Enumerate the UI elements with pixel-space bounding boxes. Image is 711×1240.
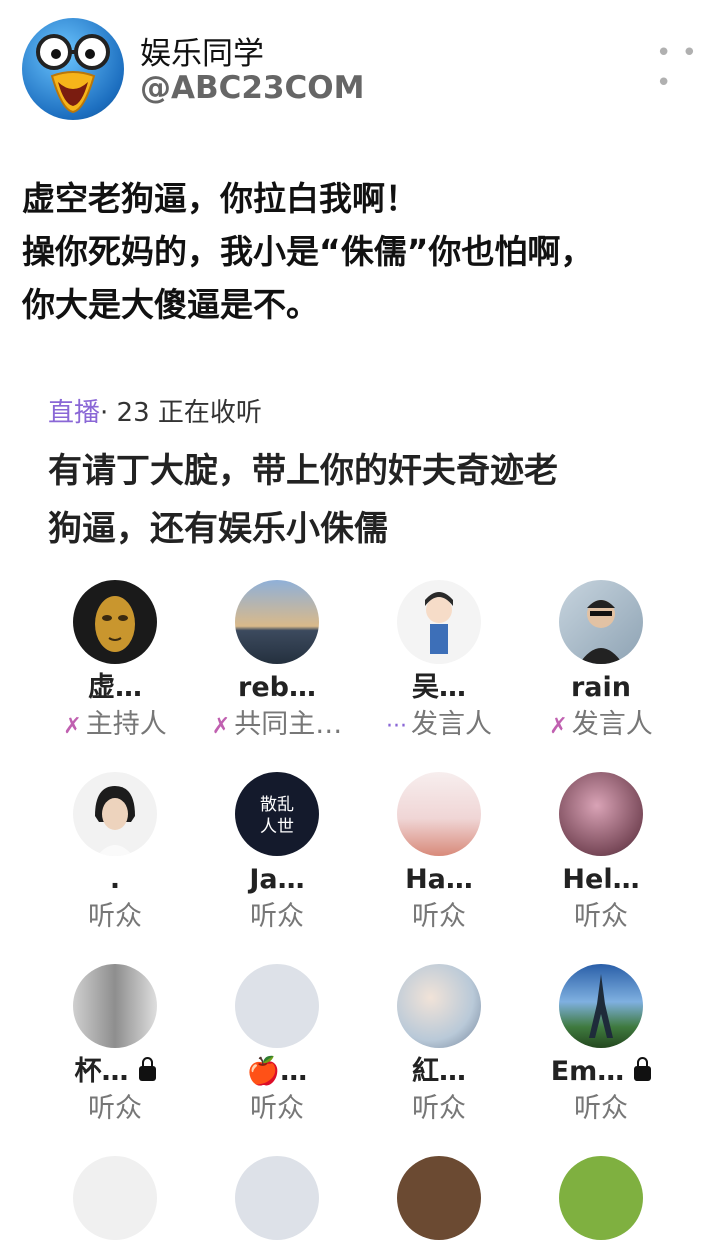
avatar [559, 1156, 643, 1240]
participant-name: Ja… [249, 864, 305, 895]
participant-name: 紅… [412, 1056, 466, 1087]
bird-mascot-icon [36, 34, 110, 114]
participant-name: Em… [520, 1054, 682, 1090]
participant-role: 听众 [250, 1093, 304, 1124]
participant-listener[interactable]: 紅… 听众 [358, 964, 520, 1128]
participant-speaker[interactable]: 吴… ··· 发言人 [358, 580, 520, 744]
participant-listener[interactable]: 🍎… 听众 [196, 964, 358, 1128]
eiffel-tower-icon [589, 974, 613, 1038]
participant-role: 听众 [88, 901, 142, 932]
author-handle[interactable]: @ABC23COM [140, 70, 364, 106]
calligraphy-avatar-icon: 散乱人世 [260, 795, 294, 837]
avatar [397, 772, 481, 856]
participant-listener[interactable]: 散乱 人世 Ja… 听众 [196, 772, 358, 936]
participant-role: 听众 [574, 901, 628, 932]
participant-name: 虚… [88, 672, 142, 703]
participant-role: 听众 [412, 901, 466, 932]
live-label: 直播 [48, 398, 101, 428]
avatar [559, 772, 643, 856]
participant-listener[interactable]: . 听众 [34, 772, 196, 936]
host-mic-icon: ✗ [63, 714, 82, 739]
participant-listener-partial[interactable] [358, 1156, 520, 1240]
person-photo-icon [95, 786, 135, 856]
tweet-line: 你大是大傻逼是不。 [22, 285, 319, 324]
cartoon-girl-icon [425, 592, 453, 654]
svg-text:散乱: 散乱 [260, 795, 294, 815]
lock-icon [634, 1057, 652, 1081]
speaking-dots-icon: ··· [386, 714, 407, 739]
participant-name: Ha… [405, 864, 473, 895]
avatar [235, 580, 319, 664]
participant-name: reb… [238, 672, 316, 703]
more-options-icon[interactable]: • • • [656, 38, 711, 98]
lock-icon [138, 1057, 156, 1081]
live-status: 直播· 23 正在收听 [48, 392, 262, 429]
participant-name: . [109, 864, 121, 895]
participant-listener-partial[interactable] [34, 1156, 196, 1240]
participant-name: 吴… [412, 672, 466, 703]
participant-role: 听众 [412, 1093, 466, 1124]
participant-role: ✗ 主持人 [63, 709, 167, 740]
participant-role: ✗ 发言人 [549, 709, 653, 740]
participant-listener-partial[interactable] [196, 1156, 358, 1240]
avatar-placeholder [235, 1156, 319, 1240]
listener-count: · 23 正在收听 [100, 398, 262, 428]
avatar [559, 964, 643, 1048]
room-title: 有请丁大腚，带上你的奸夫奇迹老 狗逼，还有娱乐小侏儒 [48, 442, 668, 558]
participant-name: Hel… [562, 864, 640, 895]
person-photo-icon [579, 600, 623, 664]
avatar [73, 772, 157, 856]
avatar [559, 580, 643, 664]
participant-role: 听众 [574, 1093, 628, 1124]
gold-mask-icon [95, 596, 135, 652]
tweet-line: 操你死妈的，我小是“侏儒”你也怕啊， [22, 232, 594, 271]
tweet-text: 虚空老狗逼，你拉白我啊！ 操你死妈的，我小是“侏儒”你也怕啊， 你大是大傻逼是不… [22, 172, 692, 331]
avatar [397, 964, 481, 1048]
host-mic-icon: ✗ [549, 714, 568, 739]
avatar [73, 964, 157, 1048]
participant-listener-partial[interactable] [520, 1156, 682, 1240]
host-mic-icon: ✗ [211, 714, 231, 739]
participant-role: 听众 [250, 901, 304, 932]
participant-listener[interactable]: Ha… 听众 [358, 772, 520, 936]
tweet-line: 虚空老狗逼，你拉白我啊！ [22, 179, 418, 218]
svg-text:人世: 人世 [260, 817, 294, 837]
participant-listener[interactable]: 杯… 听众 [34, 964, 196, 1128]
avatar-placeholder [235, 964, 319, 1048]
participant-role: ✗ 共同主… [211, 709, 343, 740]
participant-listener[interactable]: Hel… 听众 [520, 772, 682, 936]
room-title-line: 狗逼，还有娱乐小侏儒 [48, 509, 388, 549]
attached-screenshot[interactable]: 直播· 23 正在收听 有请丁大腚，带上你的奸夫奇迹老 狗逼，还有娱乐小侏儒 虚… [0, 370, 711, 1240]
avatar [397, 580, 481, 664]
tweet-header: 娱乐同学 @ABC23COM • • • [0, 0, 711, 130]
participant-cohost[interactable]: reb… ✗ 共同主… [196, 580, 358, 744]
avatar [397, 1156, 481, 1240]
participant-name: 🍎… [246, 1056, 308, 1087]
participant-name: rain [570, 672, 631, 703]
author-avatar[interactable] [22, 18, 124, 120]
participant-speaker-rain[interactable]: rain ✗ 发言人 [520, 580, 682, 744]
participant-host[interactable]: 虚… ✗ 主持人 [34, 580, 196, 744]
avatar: 散乱 人世 [235, 772, 319, 856]
participant-listener[interactable]: Em… 听众 [520, 964, 682, 1128]
participant-role: ··· 发言人 [386, 709, 492, 740]
author-name[interactable]: 娱乐同学 [140, 28, 264, 73]
room-title-line: 有请丁大腚，带上你的奸夫奇迹老 [48, 451, 558, 491]
avatar [73, 1156, 157, 1240]
participant-name: 杯… [34, 1054, 196, 1090]
avatar [73, 580, 157, 664]
participant-role: 听众 [88, 1093, 142, 1124]
